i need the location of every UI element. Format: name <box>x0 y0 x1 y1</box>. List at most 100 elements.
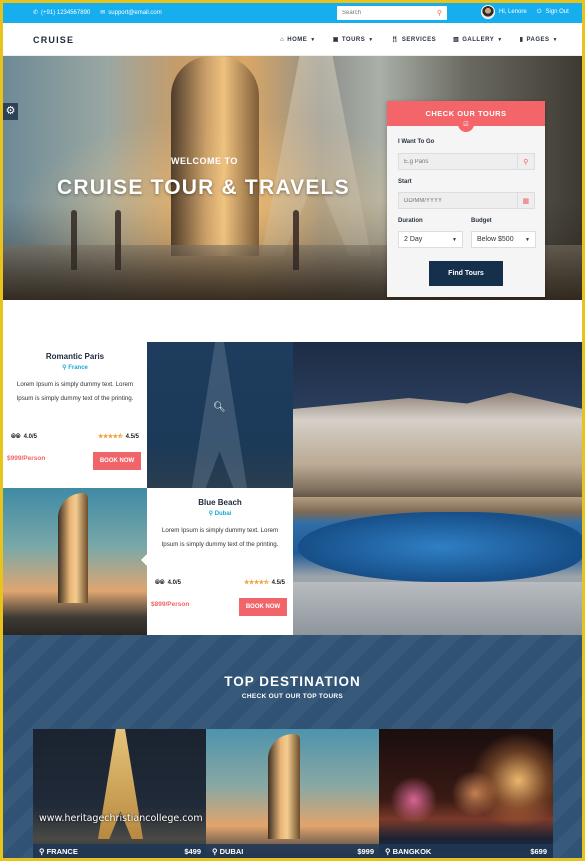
destination-card-dubai[interactable]: ⚲ DUBAI $999 <box>206 729 380 858</box>
tour-description: Lorem Ipsum is simply dummy text. Lorem … <box>16 381 134 402</box>
caret-down-icon: ▼ <box>452 236 457 243</box>
top-bar: ✆(+91) 1234567890 ✉support@email.com ⚲ H… <box>3 3 582 23</box>
nav-item-pages[interactable]: ▮ PAGES ▼ <box>519 36 558 44</box>
hero-welcome: WELCOME TO <box>171 156 238 166</box>
paris-tour-image[interactable]: 🔍︎ <box>147 342 293 488</box>
pool <box>298 512 582 582</box>
destination-card-bangkok[interactable]: ⚲ BANGKOK $699 <box>379 729 553 858</box>
tripadvisor-rating: ⦾⦾ 4.0/5 <box>11 433 37 441</box>
calendar-icon[interactable]: ▦ <box>516 193 534 208</box>
budget-label: Budget <box>471 218 492 224</box>
star-rating: ★★★★⯪ 4.5/5 <box>97 434 139 440</box>
tripadvisor-owl-icon: ⦾⦾ <box>11 433 21 440</box>
map-marker-icon: ⚲ <box>385 846 393 856</box>
cutlery-icon: 🍴︎ <box>390 37 399 43</box>
destination-field: ⚲ <box>398 153 535 170</box>
search-box: ⚲ <box>337 6 447 20</box>
magnifier-icon[interactable]: 🔍︎ <box>213 402 226 413</box>
phone: ✆ (+91) 1234567890 <box>33 9 91 17</box>
sign-out-icon: ⏻ <box>536 8 542 15</box>
dubai-tour-image[interactable] <box>3 488 147 635</box>
tour-name[interactable]: Blue Beach <box>147 498 293 507</box>
eiffel-silhouette <box>192 342 247 488</box>
burj-al-arab-image <box>268 734 300 839</box>
search-icon[interactable]: ⚲ <box>437 9 442 17</box>
image-icon: ▧ <box>453 37 460 43</box>
section-subtitle: CHECK OUT OUR TOP TOURS <box>241 693 344 700</box>
umbrella-pole <box>293 210 299 270</box>
duration-label: Duration <box>398 218 423 224</box>
duration-select[interactable]: 2 Day ▼ <box>398 231 463 248</box>
briefcase-icon: ▣ <box>332 37 339 43</box>
start-label: Start <box>398 179 412 185</box>
tour-name[interactable]: Romantic Paris <box>3 352 147 361</box>
destination-footer: ⚲ DUBAI $999 <box>206 844 380 858</box>
settings-gear-button[interactable]: ⚙ <box>3 103 18 120</box>
start-date-field: ▦ <box>398 192 535 209</box>
check-icon: ☑ <box>458 120 474 132</box>
tripadvisor-rating: ⦾⦾ 4.0/5 <box>155 579 181 587</box>
pool-deck <box>293 582 582 635</box>
book-now-button[interactable]: BOOK NOW <box>239 598 287 616</box>
tour-description: Lorem Ipsum is simply dummy text. Lorem … <box>161 527 279 548</box>
hero-banner: WELCOME TO CRUISE TOUR & TRAVELS ⚙ CHECK… <box>3 56 582 300</box>
nav-item-services[interactable]: 🍴︎ SERVICES <box>390 36 436 44</box>
budget-select[interactable]: Below $500 ▼ <box>471 231 536 248</box>
section-title: TOP DESTINATION <box>224 674 361 689</box>
stars-icon: ★★★★⯪ <box>97 434 123 440</box>
sign-out-link[interactable]: Sign Out <box>545 9 568 15</box>
destination-footer: ⚲ FRANCE $499 <box>33 844 207 858</box>
stars-icon: ★★★★⯪ <box>243 580 269 586</box>
user-menu: Hi, Lenore ⏻ Sign Out <box>481 5 569 19</box>
hero-title: CRUISE TOUR & TRAVELS <box>57 176 350 199</box>
tour-price: $999/Person <box>7 455 46 462</box>
main-menu: ⌂ HOME ▼ ▣ TOURS ▼ 🍴︎ SERVICES ▧ GALLERY ▼ ▮ PAG… <box>280 36 558 44</box>
file-icon: ▮ <box>519 37 524 43</box>
home-icon: ⌂ <box>280 36 285 43</box>
caret-down-icon: ▼ <box>368 36 374 43</box>
caret-down-icon: ▼ <box>525 236 530 243</box>
map-marker-icon: ⚲ <box>39 846 47 856</box>
tripadvisor-owl-icon: ⦾⦾ <box>155 579 165 586</box>
destination-card-france[interactable]: ⚲ FRANCE $499 <box>33 729 207 858</box>
top-destinations-section: TOP DESTINATION CHECK OUT OUR TOP TOURS … <box>3 635 582 858</box>
nav-item-home[interactable]: ⌂ HOME ▼ <box>280 36 316 43</box>
contact-info: ✆ (+91) 1234567890 ✉ support@email.com <box>33 9 162 17</box>
phone-icon: ✆ <box>33 10 39 16</box>
page: ✆(+91) 1234567890 ✉support@email.com ⚲ H… <box>3 3 582 858</box>
tour-location: ⚲ Dubai <box>208 511 232 517</box>
watermark-text: www.heritagechristiancollege.com <box>39 813 203 824</box>
book-now-button[interactable]: BOOK NOW <box>93 452 141 470</box>
start-date-input[interactable] <box>399 197 517 204</box>
navbar: CRUISE ⌂ HOME ▼ ▣ TOURS ▼ 🍴︎ SERVICES ▧ GALLER… <box>3 23 582 56</box>
avatar[interactable] <box>481 5 495 19</box>
tour-price: $899/Person <box>151 601 190 608</box>
tour-search-panel: CHECK OUR TOURS ☑ I Want To Go ⚲ Start ▦… <box>387 101 545 297</box>
find-tours-button[interactable]: Find Tours <box>429 261 503 286</box>
destination-price: $499 <box>184 846 201 856</box>
destination-input[interactable] <box>399 158 517 165</box>
caret-down-icon: ▼ <box>310 36 316 43</box>
villa-pool-image <box>293 342 582 635</box>
burj-al-arab <box>58 493 88 603</box>
villa-house <box>293 392 582 497</box>
nav-item-gallery[interactable]: ▧ GALLERY ▼ <box>453 36 503 44</box>
envelope-icon: ✉ <box>100 10 106 16</box>
tour-grid: Romantic Paris ⚲ France Lorem Ipsum is s… <box>3 342 582 635</box>
search-input[interactable] <box>342 10 432 16</box>
destination-label: I Want To Go <box>398 139 435 145</box>
star-rating: ★★★★⯪ 4.5/5 <box>243 580 285 586</box>
tour-ratings: ⦾⦾ 4.0/5 ★★★★⯪ 4.5/5 <box>11 432 139 442</box>
nav-item-tours[interactable]: ▣ TOURS ▼ <box>332 36 374 44</box>
map-marker-icon: ⚲ <box>212 846 220 856</box>
caret-down-icon: ▼ <box>497 36 503 43</box>
umbrella-pole <box>115 210 121 270</box>
email[interactable]: ✉ support@email.com <box>100 9 161 17</box>
gear-icon: ⚙ <box>5 105 16 117</box>
map-marker-icon: ⚲ <box>516 154 534 169</box>
caret-down-icon: ▼ <box>552 36 558 43</box>
tour-ratings: ⦾⦾ 4.0/5 ★★★★⯪ 4.5/5 <box>155 578 285 588</box>
user-greeting[interactable]: Hi, Lenore <box>499 9 527 15</box>
tour-card: Romantic Paris ⚲ France Lorem Ipsum is s… <box>3 342 147 488</box>
brand-logo[interactable]: CRUISE <box>33 35 74 45</box>
